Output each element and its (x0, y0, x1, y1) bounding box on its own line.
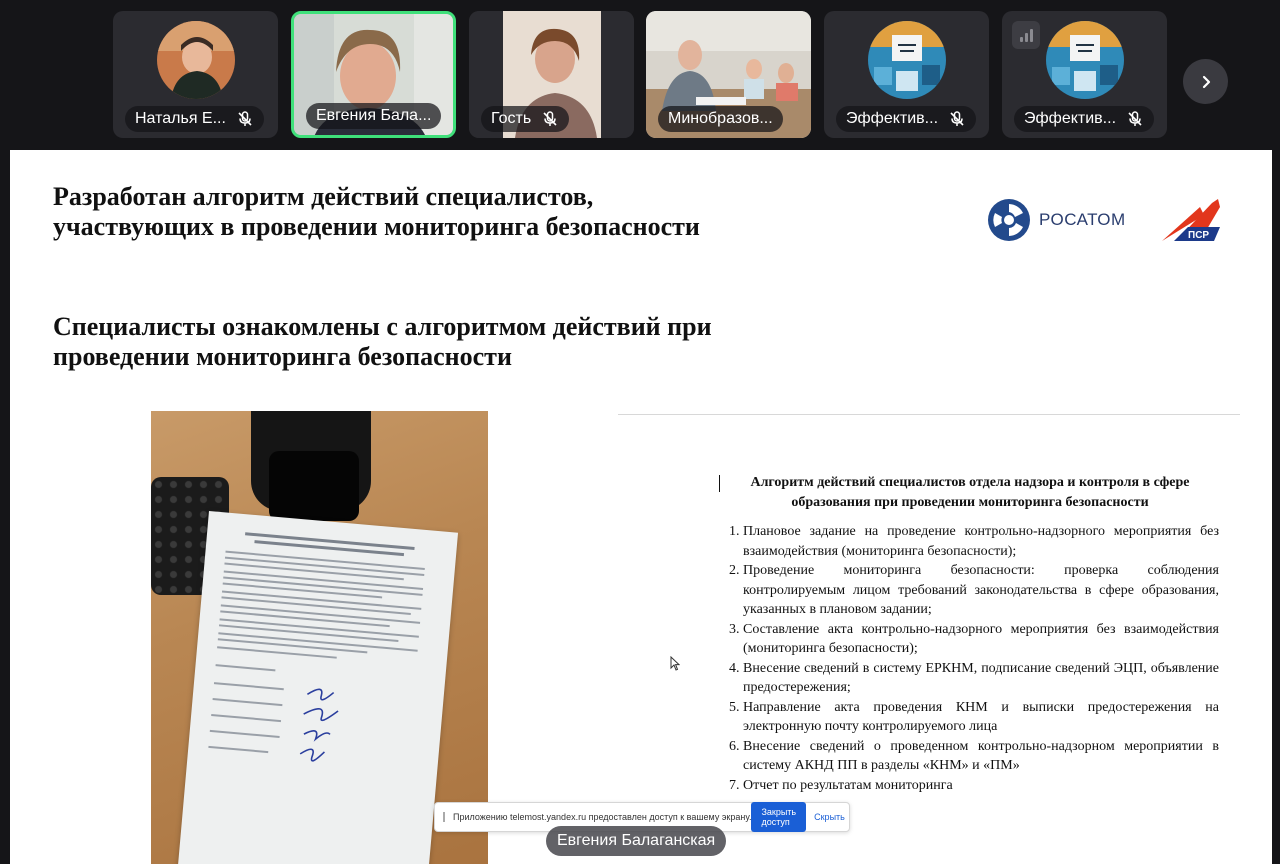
participant-name: Эффектив... (1024, 110, 1117, 127)
presenter-name-label: Евгения Балаганская (546, 826, 727, 856)
slide-subtitle-line: проведении мониторинга безопасности (53, 342, 512, 371)
participant-name: Евгения Бала... (316, 107, 432, 124)
list-item: Плановое задание на проведение контрольн… (743, 522, 1219, 561)
participant-avatar (867, 21, 946, 99)
list-item: Проведение мониторинга безопасности: про… (743, 561, 1219, 620)
mic-off-icon (950, 111, 964, 126)
slide-title-line: Разработан алгоритм действий специалисто… (53, 182, 594, 211)
mouse-cursor-icon (670, 656, 680, 671)
participant-name-pill: Евгения Бала... (306, 103, 442, 129)
list-item: Составление акта контрольно-надзорного м… (743, 620, 1219, 659)
participant-avatar (1045, 21, 1124, 99)
slide-subtitle: Специалисты ознакомлены с алгоритмом дей… (53, 312, 813, 372)
svg-text:ПСР: ПСР (1188, 230, 1209, 241)
stop-sharing-button[interactable]: Закрыть доступ (751, 802, 807, 832)
slide-subtitle-line: Специалисты ознакомлены с алгоритмом дей… (53, 312, 712, 341)
participant-name-pill: Наталья Е... (125, 106, 264, 132)
rosatom-logo-text: РОСАТОМ (1039, 210, 1126, 229)
participant-tile-active[interactable]: Евгения Бала... (291, 11, 456, 138)
hide-notice-button[interactable]: Скрыть (814, 812, 845, 822)
signatures (299, 688, 339, 762)
doc-divider (618, 414, 1240, 415)
rosatom-logo: РОСАТОМ (987, 198, 1126, 242)
slide-title: Разработан алгоритм действий специалисто… (53, 182, 813, 242)
algorithm-doc-title: Алгоритм действий специалистов отдела на… (710, 473, 1230, 513)
list-item: Отчет по результатам мониторинга (743, 776, 1219, 796)
participant-tile[interactable]: Эффектив... (824, 11, 989, 138)
mic-off-icon (543, 111, 557, 126)
share-notice-message: Приложению telemost.yandex.ru предоставл… (453, 812, 752, 822)
psr-logo-icon: ПСР (1162, 199, 1220, 241)
participant-name-pill: Эффектив... (836, 106, 977, 132)
list-item: Внесение сведений о проведенном контроль… (743, 737, 1219, 776)
participant-name: Эффектив... (846, 110, 939, 127)
signal-bars-icon (1012, 21, 1040, 49)
participant-tile[interactable]: Эффектив... (1002, 11, 1167, 138)
list-item: Внесение сведений в систему ЕРКНМ, подпи… (743, 659, 1219, 698)
algorithm-steps-list: Плановое задание на проведение контрольн… (722, 522, 1219, 795)
participant-name: Наталья Е... (135, 110, 226, 127)
participant-name: Минобразов... (668, 110, 773, 127)
shared-screen-slide: Разработан алгоритм действий специалисто… (10, 150, 1272, 864)
participant-name-pill: Гость (481, 106, 570, 132)
participant-tile[interactable]: Наталья Е... (113, 11, 278, 138)
signed-document-photo (151, 411, 488, 864)
participant-name-pill: Минобразов... (658, 106, 783, 132)
participant-name-pill: Эффектив... (1014, 106, 1155, 132)
participant-tile[interactable]: Гость (469, 11, 634, 138)
chevron-right-icon (1202, 75, 1210, 88)
participants-strip: Наталья Е... Евгения Бала... Гость Миноб… (0, 0, 1280, 150)
doc-title-line: Алгоритм действий специалистов отдела на… (750, 475, 1190, 490)
rosatom-emblem-icon (988, 199, 1030, 241)
next-participants-button[interactable] (1183, 59, 1228, 104)
mic-off-icon (238, 111, 252, 126)
participant-avatar (156, 21, 235, 99)
participant-tile[interactable]: Минобразов... (646, 11, 811, 138)
psr-logo: ПСР (1160, 197, 1222, 248)
drag-handle-icon[interactable] (443, 812, 445, 822)
paper-sheet (176, 511, 459, 864)
pen-holder-shape (269, 451, 359, 521)
mic-off-icon (1128, 111, 1142, 126)
list-item: Направление акта проведения КНМ и выписк… (743, 698, 1219, 737)
participant-name: Гость (491, 110, 532, 127)
doc-title-line: образования при проведении мониторинга б… (791, 495, 1149, 510)
slide-title-line: участвующих в проведении мониторинга без… (53, 212, 700, 241)
